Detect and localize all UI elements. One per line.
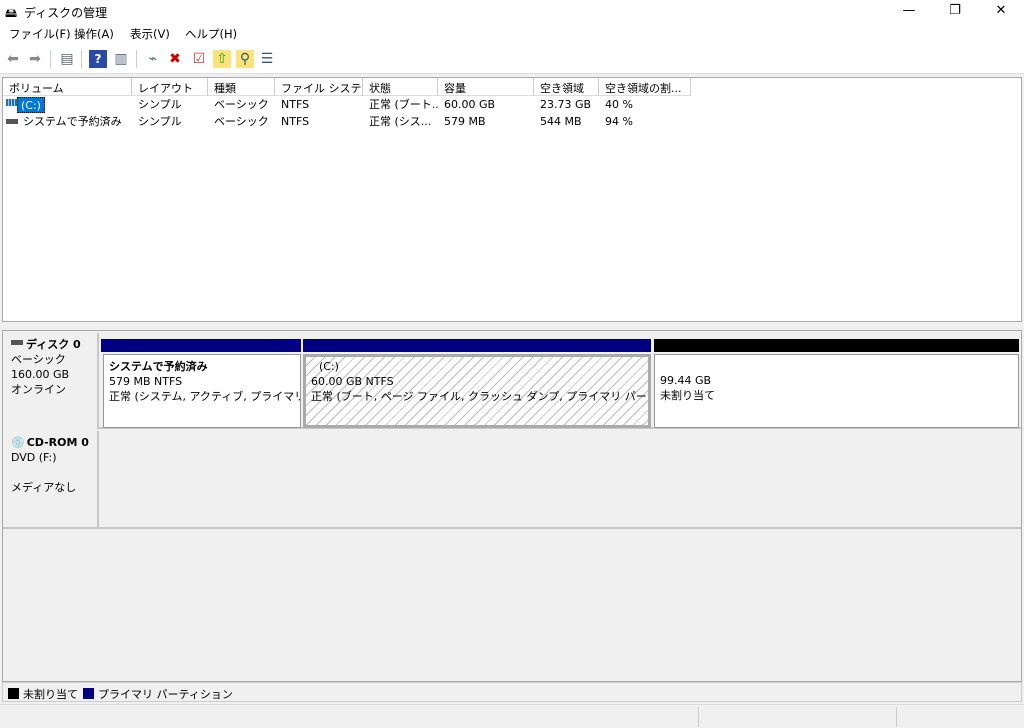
- cdrom-status: メディアなし: [11, 481, 77, 494]
- cell-volume: システムで予約済み: [23, 115, 122, 128]
- disk-0-row: ディスク 0 ベーシック 160.00 GB オンライン システムで予約済み 5…: [3, 333, 1021, 429]
- column-header-volume[interactable]: ボリューム: [3, 78, 132, 96]
- cell-volume: (C:): [17, 97, 45, 113]
- legend-swatch: [83, 688, 94, 699]
- open-icon[interactable]: ⇧: [213, 50, 231, 68]
- cdrom-icon: 💿: [11, 436, 25, 449]
- table-row[interactable]: システムで予約済み シンプル ベーシック NTFS 正常 (シス... 579 …: [3, 114, 1021, 131]
- partition-status: 正常 (ブート, ページ ファイル, クラッシュ ダンプ, プライマリ パーティ…: [311, 390, 648, 403]
- cell-layout: シンプル: [138, 98, 182, 111]
- column-header-type[interactable]: 種類: [208, 78, 275, 96]
- partition-unallocated[interactable]: 99.44 GB 未割り当て: [654, 354, 1019, 428]
- column-header-free[interactable]: 空き領域: [534, 78, 599, 96]
- column-header-status[interactable]: 状態: [363, 78, 438, 96]
- legend-unallocated: 未割り当て: [8, 686, 78, 702]
- menu-view[interactable]: 表示(V): [130, 26, 170, 42]
- restore-button[interactable]: ❐: [932, 0, 978, 22]
- back-icon[interactable]: ⬅: [4, 50, 22, 68]
- action-pane-icon[interactable]: ▥: [112, 50, 130, 68]
- cell-capacity: 60.00 GB: [444, 98, 496, 111]
- legend: 未割り当て プライマリ パーティション: [2, 682, 1022, 702]
- volume-list[interactable]: ボリューム レイアウト 種類 ファイル システム 状態 容量 空き領域 空き領域…: [2, 77, 1022, 322]
- cell-type: ベーシック: [214, 115, 269, 128]
- cell-free: 23.73 GB: [540, 98, 592, 111]
- status-bar: [0, 704, 1024, 728]
- column-header-layout[interactable]: レイアウト: [132, 78, 208, 96]
- connect-drive-icon[interactable]: ⌁: [144, 50, 162, 68]
- menu-file[interactable]: ファイル(F): [9, 26, 71, 42]
- table-row[interactable]: (C:) シンプル ベーシック NTFS 正常 (ブート... 60.00 GB…: [3, 97, 1021, 114]
- cell-free: 544 MB: [540, 115, 582, 128]
- disk-0-label[interactable]: ディスク 0 ベーシック 160.00 GB オンライン: [3, 333, 99, 429]
- cdrom-type: DVD (F:): [11, 451, 57, 464]
- toolbar: ⬅ ➡ ▤ ? ▥ ⌁ ✖ ☑ ⇧ ⚲ ☰: [0, 44, 1024, 74]
- partition-status: 正常 (システム, アクティブ, プライマリ パー: [109, 390, 301, 403]
- forward-icon[interactable]: ➡: [26, 50, 44, 68]
- console-tree-icon[interactable]: ▤: [58, 50, 76, 68]
- cell-layout: シンプル: [138, 115, 182, 128]
- partition-c[interactable]: (C:) 60.00 GB NTFS 正常 (ブート, ページ ファイル, クラ…: [303, 354, 651, 428]
- partition-size: 99.44 GB: [660, 374, 712, 387]
- partition-bar-primary: [303, 339, 651, 352]
- menu-action[interactable]: 操作(A): [74, 26, 114, 42]
- delete-icon[interactable]: ✖: [166, 50, 184, 68]
- window-title: ディスクの管理: [24, 6, 108, 20]
- cdrom-0-row: 💿 CD-ROM 0 DVD (F:) メディアなし: [3, 431, 1021, 529]
- legend-primary: プライマリ パーティション: [83, 686, 233, 702]
- partition-bar-unallocated: [654, 339, 1019, 352]
- partition-name: システムで予約済み: [109, 360, 208, 373]
- legend-swatch: [8, 688, 19, 699]
- cdrom-0-label[interactable]: 💿 CD-ROM 0 DVD (F:) メディアなし: [3, 431, 99, 527]
- cdrom-name: CD-ROM 0: [26, 436, 89, 449]
- help-icon[interactable]: ?: [89, 50, 107, 68]
- disk-icon: [11, 340, 23, 345]
- column-header-capacity[interactable]: 容量: [438, 78, 534, 96]
- minimize-button[interactable]: —: [886, 0, 932, 22]
- column-header-free-percent[interactable]: 空き領域の割...: [599, 78, 691, 96]
- cell-status: 正常 (シス...: [369, 115, 432, 128]
- disk-name: ディスク 0: [26, 338, 81, 351]
- partition-size: 60.00 GB NTFS: [311, 375, 394, 388]
- cell-capacity: 579 MB: [444, 115, 486, 128]
- disk-type: ベーシック: [11, 353, 66, 366]
- settings-list-icon[interactable]: ☰: [258, 50, 276, 68]
- menu-bar: ファイル(F) 操作(A) 表示(V) ヘルプ(H): [0, 22, 1024, 44]
- properties-icon[interactable]: ☑: [190, 50, 208, 68]
- column-header-filesystem[interactable]: ファイル システム: [275, 78, 363, 96]
- partition-status: 未割り当て: [660, 389, 715, 402]
- cell-status: 正常 (ブート...: [369, 98, 438, 111]
- close-button[interactable]: ✕: [978, 0, 1024, 22]
- cell-type: ベーシック: [214, 98, 269, 111]
- menu-help[interactable]: ヘルプ(H): [185, 26, 237, 42]
- partition-name: (C:): [319, 360, 339, 373]
- partition-size: 579 MB NTFS: [109, 375, 183, 388]
- cell-free-percent: 94 %: [605, 115, 633, 128]
- cell-filesystem: NTFS: [281, 98, 310, 111]
- explore-icon[interactable]: ⚲: [236, 50, 254, 68]
- cell-filesystem: NTFS: [281, 115, 310, 128]
- title-bar: 🖴 ディスクの管理 — ❐ ✕: [0, 0, 1024, 22]
- pane-splitter[interactable]: [0, 322, 1024, 330]
- disk-size: 160.00 GB: [11, 368, 70, 381]
- partition-bar-primary: [101, 339, 301, 352]
- disk-pane: ディスク 0 ベーシック 160.00 GB オンライン システムで予約済み 5…: [2, 330, 1022, 682]
- cell-free-percent: 40 %: [605, 98, 633, 111]
- disk-status: オンライン: [11, 383, 66, 396]
- partition-system-reserved[interactable]: システムで予約済み 579 MB NTFS 正常 (システム, アクティブ, プ…: [103, 354, 301, 428]
